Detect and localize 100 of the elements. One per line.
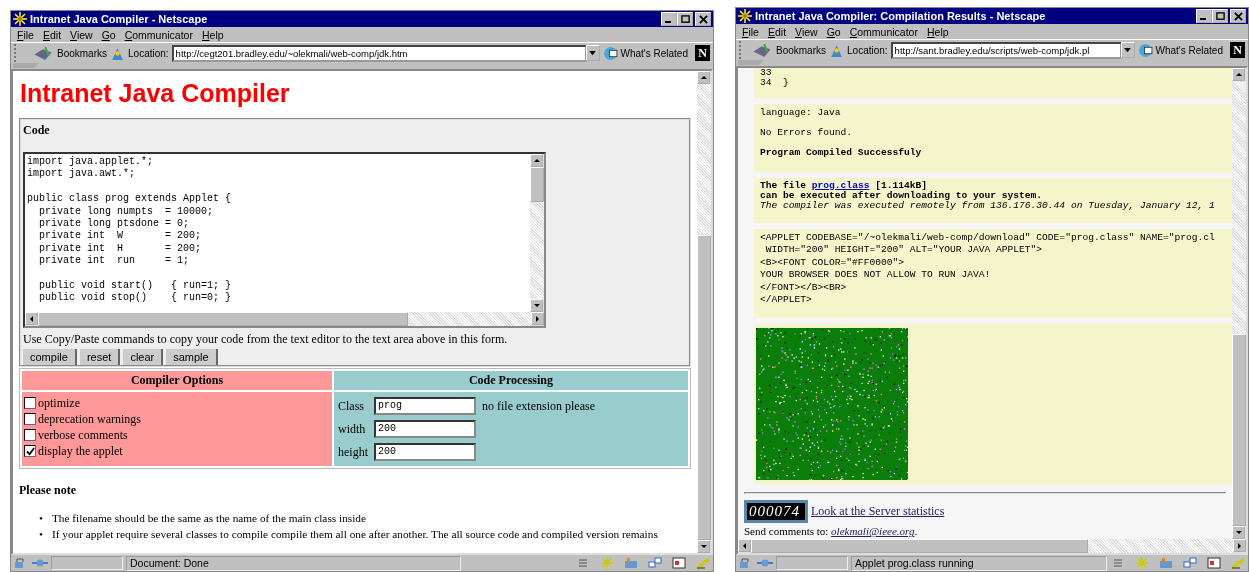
menu-item[interactable]: View: [70, 28, 93, 41]
instruction-text: Use Copy/Paste commands to copy your code from the text editor to the text area above in this form.: [23, 332, 509, 347]
note-item: The filename should be the same as the name of the main class inside: [51, 511, 366, 526]
composer-icon[interactable]: [671, 557, 687, 569]
close-button[interactable]: [1230, 9, 1246, 23]
code-line: import java.applet.*;: [27, 156, 155, 168]
note-item: If your applet require several classes to compile compile them all one after another. The all source code and compiled version remains: [51, 527, 658, 542]
bookmarks-button[interactable]: Bookmarks: [776, 44, 826, 56]
menu-item[interactable]: View: [795, 25, 818, 38]
bullet-marker: •: [39, 527, 43, 542]
remote-note: The compiler was executed remotely from 136.176.30.44 on Tuesday, January 12, 1: [760, 201, 1216, 211]
form-button[interactable]: sample: [166, 349, 218, 365]
composer-icon[interactable]: [1206, 557, 1222, 569]
form-button[interactable]: compile: [23, 349, 77, 365]
checkbox-label: optimize: [38, 395, 80, 411]
maximize-icon: [1215, 11, 1225, 21]
globe-icon[interactable]: [602, 45, 618, 61]
checkbox-label: deprecation warnings: [38, 411, 141, 427]
file-note: can be executed after downloading to your system.: [760, 191, 1044, 201]
form-button[interactable]: clear: [123, 349, 164, 365]
menu-item[interactable]: Help: [201, 28, 224, 41]
bullet-marker: •: [39, 511, 43, 526]
status-message: No Errors found.: [760, 128, 854, 138]
checkbox[interactable]: [24, 397, 36, 409]
menu-item[interactable]: File: [17, 28, 34, 41]
menu-item[interactable]: Help: [926, 25, 949, 38]
checkbox[interactable]: [24, 413, 36, 425]
pen-icon[interactable]: [1230, 557, 1246, 569]
file-link[interactable]: prog.class: [811, 180, 870, 191]
close-icon: [698, 14, 708, 24]
whats-related-button[interactable]: What's Related: [620, 47, 688, 59]
menu-item[interactable]: Go: [101, 28, 116, 41]
status-cell: [776, 556, 848, 570]
code-line: private int H = 200;: [38, 242, 203, 255]
vertical-scrollbar[interactable]: [1232, 68, 1246, 539]
column-header: Code Processing: [334, 371, 688, 390]
whats-related-button[interactable]: What's Related: [1155, 44, 1223, 56]
caret-icon: [1124, 47, 1131, 53]
chat-icon[interactable]: [1182, 557, 1198, 569]
window-title: Intranet Java Compiler: Compilation Results - Netscape: [755, 10, 1046, 22]
close-button[interactable]: [695, 12, 711, 26]
code-line: public void start() { run=1; }: [38, 280, 233, 292]
applet-code-line: <APPLET CODEBASE="/~olekmali/web-comp/download" CODE="prog.class" NAME="prog.cl: [760, 232, 1216, 245]
input-field[interactable]: prog: [374, 397, 476, 415]
form-button[interactable]: reset: [79, 349, 121, 365]
horizontal-scrollbar[interactable]: [25, 312, 544, 326]
status-text: Applet prog.class running: [851, 555, 1107, 571]
close-icon: [1233, 11, 1243, 21]
plug-icon: [32, 557, 48, 569]
code-text-area[interactable]: [23, 152, 546, 328]
code-line: private int W = 200;: [38, 230, 203, 243]
globe-icon[interactable]: [1137, 42, 1153, 58]
vertical-scrollbar[interactable]: [530, 154, 544, 312]
vertical-scrollbar[interactable]: [697, 71, 711, 553]
result-message: Program Compiled Successfuly: [760, 148, 923, 158]
menu-item[interactable]: Go: [826, 25, 841, 38]
code-line: public class prog extends Applet {: [27, 193, 233, 206]
location-icon: [829, 42, 844, 58]
input-field[interactable]: 200: [374, 420, 476, 438]
input-field[interactable]: 200: [374, 443, 476, 461]
note-title: Please note: [19, 483, 77, 498]
menu-item[interactable]: Communicator: [849, 25, 918, 38]
location-label: Location:: [847, 44, 888, 56]
menu-item[interactable]: File: [742, 25, 759, 38]
visit-counter: 000074: [744, 500, 808, 524]
netscape-logo[interactable]: N: [695, 45, 710, 61]
applet-code-line: </FONT></B><BR>: [760, 281, 848, 295]
code-line: private long ptsdone = 0;: [38, 218, 191, 230]
language-text: language: Java: [760, 108, 842, 118]
horizontal-scrollbar[interactable]: [738, 539, 1246, 553]
minimize-button[interactable]: [661, 12, 677, 26]
checkbox-label: verbose comments: [38, 427, 128, 443]
netscape-logo[interactable]: N: [1230, 42, 1245, 58]
code-line: public void stop() { run=0; }: [38, 292, 233, 305]
status-text: Document: Done: [126, 555, 461, 571]
applet-code-line: </APPLET>: [760, 294, 813, 307]
listing-line: 34 }: [760, 78, 790, 88]
field-label: width: [338, 421, 367, 437]
checkbox[interactable]: [24, 445, 36, 457]
maximize-button[interactable]: [677, 12, 693, 26]
bookmarks-button[interactable]: Bookmarks: [57, 47, 107, 59]
menu-item[interactable]: Communicator: [124, 28, 193, 41]
pen-icon[interactable]: [695, 557, 711, 569]
comments-label: Send comments to:: [744, 525, 829, 538]
starburst-icon[interactable]: [1134, 557, 1150, 569]
starburst-icon[interactable]: [599, 557, 615, 569]
chat-icon[interactable]: [647, 557, 663, 569]
statistics-link[interactable]: Look at the Server statistics: [811, 504, 945, 520]
location-field[interactable]: http://cegt201.bradley.edu/~olekmali/web-comp/jdk.htm: [171, 44, 587, 62]
maximize-button[interactable]: [1212, 9, 1228, 23]
location-field[interactable]: http://sant.bradley.edu/scripts/web-comp/jdk.pl: [890, 41, 1122, 59]
status-cell: [51, 556, 123, 570]
window-title: Intranet Java Compiler - Netscape: [30, 13, 208, 25]
menu-item[interactable]: Edit: [767, 25, 787, 38]
menu-item[interactable]: Edit: [42, 28, 62, 41]
minimize-icon: [665, 21, 671, 23]
checkbox[interactable]: [24, 429, 36, 441]
field-note: no file extension please: [482, 398, 595, 414]
checkbox-label: display the applet: [38, 443, 123, 459]
minimize-button[interactable]: [1196, 9, 1212, 23]
